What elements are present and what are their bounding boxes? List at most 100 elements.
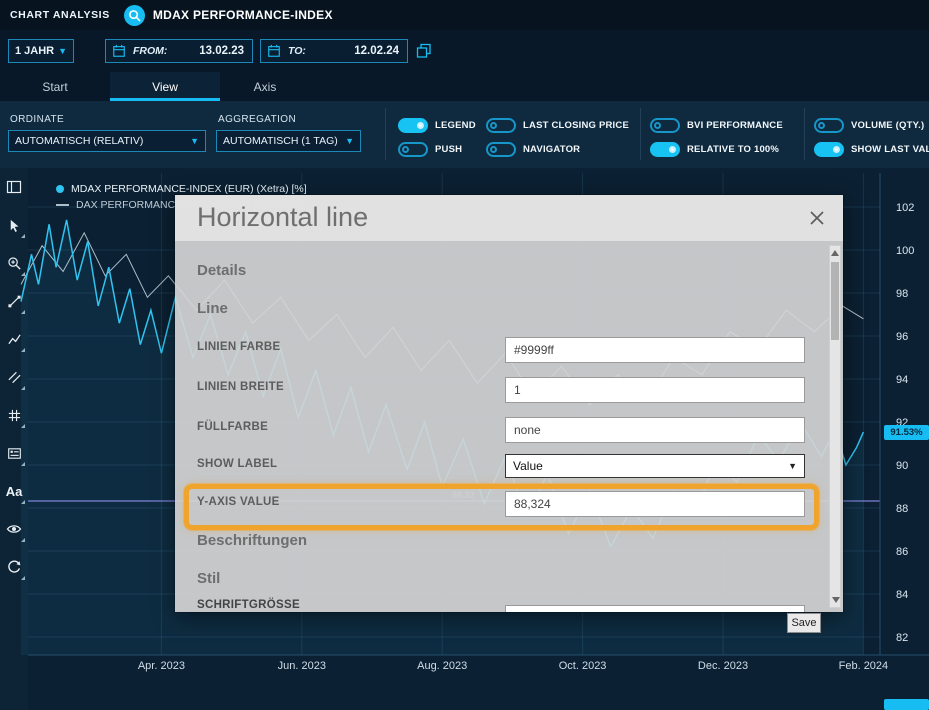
chevron-down-icon: ▼ bbox=[345, 137, 354, 146]
line-width-label: LINIEN BREITE bbox=[197, 381, 284, 393]
from-value: 13.02.23 bbox=[199, 45, 244, 57]
toggle-legend[interactable]: LEGEND bbox=[398, 117, 476, 133]
svg-text:Jun. 2023: Jun. 2023 bbox=[278, 660, 326, 672]
toggle-pill bbox=[650, 142, 680, 157]
svg-text:84: 84 bbox=[896, 589, 908, 601]
show-label-label: SHOW LABEL bbox=[197, 458, 277, 470]
font-size-input[interactable] bbox=[505, 605, 805, 612]
toggle-show-last-value[interactable]: SHOW LAST VALUE bbox=[814, 141, 929, 157]
svg-text:90: 90 bbox=[896, 460, 908, 472]
fill-color-input[interactable] bbox=[505, 417, 805, 443]
svg-text:Dec. 2023: Dec. 2023 bbox=[698, 660, 748, 672]
rotate-icon[interactable] bbox=[0, 548, 28, 586]
line-width-input[interactable] bbox=[505, 377, 805, 403]
chart-analysis-app: 88.32102100989694929088868482Apr. 2023Ju… bbox=[0, 0, 929, 710]
toggle-pill bbox=[486, 118, 516, 133]
svg-text:88: 88 bbox=[896, 503, 908, 515]
legend-label: MDAX PERFORMANCE-INDEX (EUR) (Xetra) [%] bbox=[71, 183, 307, 195]
toggle-pill bbox=[486, 142, 516, 157]
toggle-label: RELATIVE TO 100% bbox=[687, 144, 779, 155]
trendline-icon[interactable] bbox=[0, 282, 28, 320]
section-beschriftungen[interactable]: Beschriftungen bbox=[197, 532, 307, 549]
to-label: TO: bbox=[288, 45, 306, 57]
grid-icon[interactable] bbox=[0, 396, 28, 434]
eye-icon[interactable] bbox=[0, 510, 28, 548]
line-color-label: LINIEN FARBE bbox=[197, 341, 280, 353]
save-button[interactable]: Save bbox=[787, 613, 821, 633]
svg-text:Oct. 2023: Oct. 2023 bbox=[559, 660, 607, 672]
dialog-scrollbar[interactable] bbox=[829, 245, 841, 608]
show-label-select[interactable]: Value ▼ bbox=[505, 454, 805, 478]
chevron-down-icon: ▼ bbox=[190, 137, 199, 146]
svg-text:Feb. 2024: Feb. 2024 bbox=[839, 660, 889, 672]
toggle-pill bbox=[814, 142, 844, 157]
toggle-bvi-performance[interactable]: BVI PERFORMANCE bbox=[650, 117, 783, 133]
toggle-label: LAST CLOSING PRICE bbox=[523, 120, 629, 131]
compare-copy-icon[interactable] bbox=[414, 41, 434, 61]
separator bbox=[804, 108, 805, 160]
close-icon[interactable] bbox=[807, 208, 827, 228]
toggle-relative-to-100[interactable]: RELATIVE TO 100% bbox=[650, 141, 779, 157]
line-color-input[interactable] bbox=[505, 337, 805, 363]
tab-view[interactable]: View bbox=[110, 72, 220, 101]
section-details[interactable]: Details bbox=[197, 262, 246, 279]
tab-axis[interactable]: Axis bbox=[220, 72, 310, 101]
y-axis-value-label: Y-AXIS VALUE bbox=[197, 496, 280, 508]
panel-icon[interactable] bbox=[0, 168, 28, 206]
separator bbox=[640, 108, 641, 160]
from-date-field[interactable]: FROM: 13.02.23 bbox=[105, 39, 253, 63]
series-dot-icon bbox=[56, 185, 64, 193]
separator bbox=[385, 108, 386, 160]
polyline-icon[interactable] bbox=[0, 320, 28, 358]
toggle-pill bbox=[398, 142, 428, 157]
ordinate-value: AUTOMATISCH (RELATIV) bbox=[15, 135, 143, 147]
toggle-navigator[interactable]: NAVIGATOR bbox=[486, 141, 580, 157]
y-axis-value-input[interactable] bbox=[505, 491, 805, 517]
svg-text:102: 102 bbox=[896, 202, 914, 214]
toggle-last-closing-price[interactable]: LAST CLOSING PRICE bbox=[486, 117, 629, 133]
scroll-down-icon[interactable] bbox=[832, 597, 840, 603]
search-icon[interactable] bbox=[124, 5, 145, 26]
channel-icon[interactable] bbox=[0, 358, 28, 396]
section-stil[interactable]: Stil bbox=[197, 570, 220, 587]
tab-label: Start bbox=[42, 80, 67, 94]
fill-color-label: FÜLLFARBE bbox=[197, 421, 268, 433]
scrollbar-thumb[interactable] bbox=[831, 262, 839, 340]
toggle-push[interactable]: PUSH bbox=[398, 141, 462, 157]
last-value-badge: 91.53% bbox=[884, 425, 929, 440]
svg-text:96: 96 bbox=[896, 331, 908, 343]
calendar-icon bbox=[267, 44, 281, 58]
period-value: 1 JAHR bbox=[15, 45, 54, 57]
app-title: CHART ANALYSIS bbox=[10, 9, 110, 21]
toggle-pill bbox=[814, 118, 844, 133]
toggle-label: VOLUME (QTY.) bbox=[851, 120, 924, 131]
tab-start[interactable]: Start bbox=[0, 72, 110, 101]
svg-text:Apr. 2023: Apr. 2023 bbox=[138, 660, 185, 672]
zoom-in-icon[interactable] bbox=[0, 244, 28, 282]
ordinate-select[interactable]: AUTOMATISCH (RELATIV) ▼ bbox=[8, 130, 206, 152]
scroll-up-icon[interactable] bbox=[831, 250, 839, 256]
horizontal-line-dialog: Horizontal line Details Line LINIEN FARB… bbox=[175, 195, 843, 612]
show-label-value: Value bbox=[513, 459, 543, 473]
tab-label: View bbox=[152, 80, 178, 94]
aggregation-select[interactable]: AUTOMATISCH (1 TAG)▼ bbox=[216, 130, 361, 152]
toggle-label: NAVIGATOR bbox=[523, 144, 580, 155]
section-line[interactable]: Line bbox=[197, 300, 228, 317]
font-size-label: SCHRIFTGRÖSSE bbox=[197, 599, 300, 611]
axis-value-badge bbox=[884, 699, 929, 710]
toggle-label: BVI PERFORMANCE bbox=[687, 120, 783, 131]
period-select[interactable]: 1 JAHR ▼ bbox=[8, 39, 74, 63]
from-label: FROM: bbox=[133, 45, 167, 57]
svg-text:86: 86 bbox=[896, 546, 908, 558]
instrument-title: MDAX PERFORMANCE-INDEX bbox=[153, 8, 333, 22]
top-bar: CHART ANALYSIS MDAX PERFORMANCE-INDEX bbox=[0, 0, 929, 30]
svg-text:Aug. 2023: Aug. 2023 bbox=[417, 660, 467, 672]
chevron-down-icon: ▼ bbox=[58, 47, 67, 56]
series-dash-icon bbox=[56, 204, 69, 206]
text-icon[interactable]: Aa bbox=[0, 472, 28, 510]
toolbar: 1 JAHR ▼ FROM: 13.02.23 TO: 12.02.24 bbox=[0, 30, 929, 72]
legend-box-icon[interactable] bbox=[0, 434, 28, 472]
to-date-field[interactable]: TO: 12.02.24 bbox=[260, 39, 408, 63]
toggle-volume[interactable]: VOLUME (QTY.) bbox=[814, 117, 924, 133]
cursor-icon[interactable] bbox=[0, 206, 28, 244]
